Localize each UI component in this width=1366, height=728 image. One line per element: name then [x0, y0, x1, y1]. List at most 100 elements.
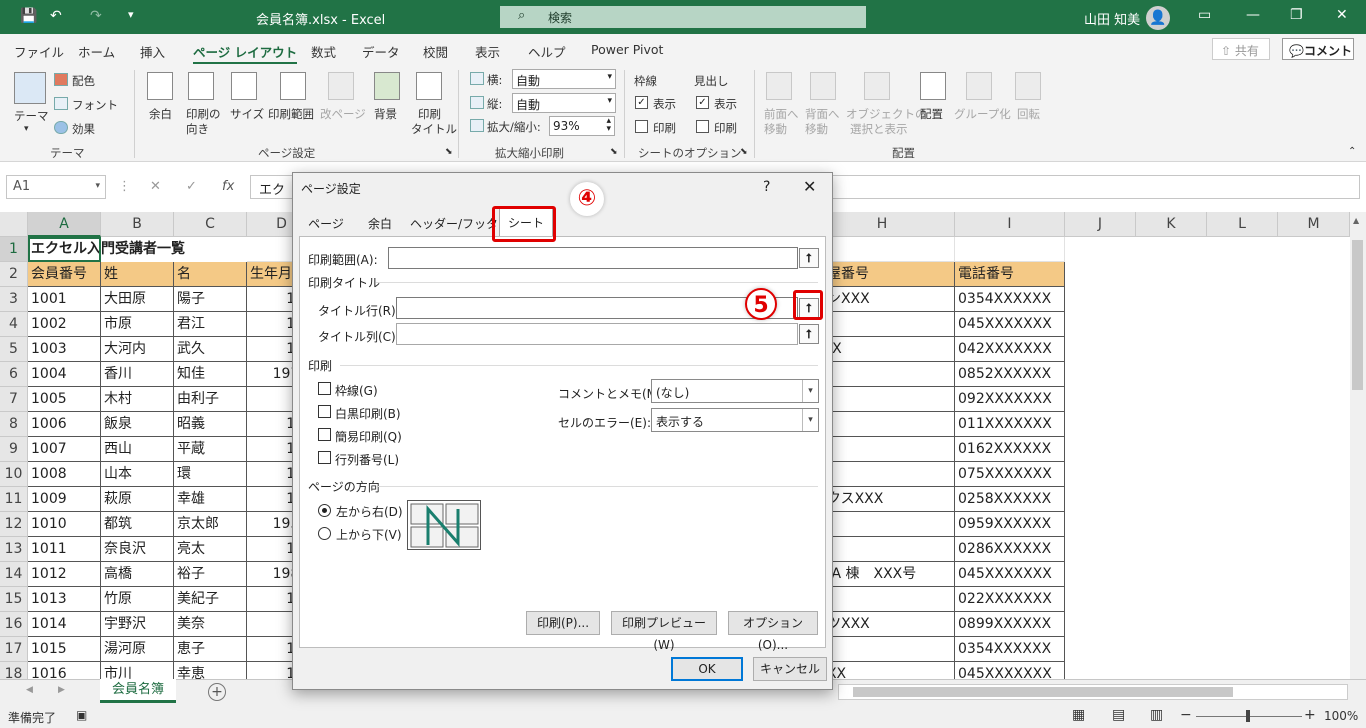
table-cell[interactable]: 045XXXXXXX [955, 312, 1065, 337]
table-cell[interactable]: 陽子 [174, 287, 247, 312]
tab-page-layout[interactable]: ページ レイアウト [193, 42, 298, 65]
headings-view-checkbox[interactable]: ✓ [696, 96, 709, 109]
table-cell[interactable]: 1016 [28, 662, 101, 679]
zoom-in-icon[interactable]: + [1304, 707, 1316, 723]
themes-icon[interactable] [14, 72, 46, 104]
sheet-title-cell[interactable]: エクセル入門受講者一覧 [28, 237, 247, 262]
row-header[interactable]: 11 [0, 487, 28, 512]
row-header[interactable]: 14 [0, 562, 28, 587]
over-then-down-radio[interactable] [318, 504, 331, 517]
table-cell[interactable]: 平蔵 [174, 437, 247, 462]
tab-help[interactable]: ヘルプ [528, 42, 566, 61]
row-col-headings-checkbox[interactable] [318, 451, 331, 464]
orientation-label-1[interactable]: 印刷の [186, 106, 221, 122]
prev-sheet-icon[interactable]: ◀ [26, 685, 33, 695]
print-area-button[interactable]: 印刷範囲 [268, 106, 314, 122]
table-cell[interactable]: 山本 [101, 462, 174, 487]
column-header-j[interactable]: J [1065, 212, 1136, 237]
row-header[interactable]: 4 [0, 312, 28, 337]
align-icon[interactable] [920, 72, 946, 100]
enter-icon[interactable]: ✓ [186, 179, 197, 194]
search-box[interactable]: ⌕ 検索 [500, 6, 866, 28]
draft-quality-checkbox[interactable] [318, 428, 331, 441]
print-titles-icon[interactable] [416, 72, 442, 100]
zoom-level[interactable]: 100% [1324, 709, 1358, 723]
row-header[interactable]: 15 [0, 587, 28, 612]
tab-file[interactable]: ファイル [14, 42, 64, 61]
minimize-icon[interactable]: — [1246, 7, 1260, 23]
table-cell[interactable]: 西山 [101, 437, 174, 462]
tab-home[interactable]: ホーム [78, 42, 115, 61]
scroll-up-icon[interactable]: ▲ [1353, 216, 1359, 225]
zoom-slider-thumb[interactable] [1246, 710, 1250, 722]
table-cell[interactable]: 幸恵 [174, 662, 247, 679]
colors-icon[interactable] [54, 73, 68, 86]
header-cell[interactable]: 会員番号 [28, 262, 101, 287]
scroll-thumb[interactable] [1352, 240, 1363, 390]
table-cell[interactable]: 022XXXXXXX [955, 587, 1065, 612]
table-cell[interactable]: 042XXXXXXX [955, 337, 1065, 362]
page-layout-view-icon[interactable]: ▤ [1112, 707, 1125, 723]
table-cell[interactable]: 奈良沢 [101, 537, 174, 562]
help-icon[interactable]: ? [763, 179, 770, 195]
page-break-view-icon[interactable]: ▥ [1150, 707, 1163, 723]
add-sheet-icon[interactable]: + [208, 683, 226, 701]
table-cell[interactable]: 恵子 [174, 637, 247, 662]
table-cell[interactable]: 1003 [28, 337, 101, 362]
print-area-icon[interactable] [280, 72, 306, 100]
table-cell[interactable]: 萩原 [101, 487, 174, 512]
tab-view[interactable]: 表示 [475, 42, 500, 61]
table-cell[interactable]: 亮太 [174, 537, 247, 562]
table-cell[interactable]: 宇野沢 [101, 612, 174, 637]
cancel-icon[interactable]: ✕ [150, 179, 161, 194]
table-cell[interactable]: 飯泉 [101, 412, 174, 437]
row-header[interactable]: 1 [0, 237, 28, 262]
table-cell[interactable]: 木村 [101, 387, 174, 412]
table-cell[interactable]: 幸雄 [174, 487, 247, 512]
row-header[interactable]: 3 [0, 287, 28, 312]
print-area-collapse-button[interactable]: ⭡ [799, 248, 819, 268]
table-cell[interactable]: 由利子 [174, 387, 247, 412]
column-header-i[interactable]: I [955, 212, 1065, 237]
table-cell[interactable]: 1012 [28, 562, 101, 587]
table-cell[interactable]: 美奈 [174, 612, 247, 637]
tab-insert[interactable]: 挿入 [140, 42, 165, 61]
title-cols-input[interactable] [396, 323, 798, 345]
table-cell[interactable]: 市川 [101, 662, 174, 679]
tab-formulas[interactable]: 数式 [311, 42, 336, 61]
effects-button[interactable]: 効果 [72, 121, 95, 137]
table-cell[interactable]: 君江 [174, 312, 247, 337]
width-select[interactable]: 自動 ▾ [512, 69, 616, 89]
tab-power-pivot[interactable]: Power Pivot [591, 42, 663, 57]
options-button[interactable]: オプション(O)... [728, 611, 818, 652]
row-header[interactable]: 13 [0, 537, 28, 562]
header-cell[interactable]: 姓 [101, 262, 174, 287]
background-button[interactable]: 背景 [374, 106, 397, 122]
title-rows-input[interactable] [396, 297, 798, 319]
row-header[interactable]: 10 [0, 462, 28, 487]
table-cell[interactable]: 1004 [28, 362, 101, 387]
row-header[interactable]: 16 [0, 612, 28, 637]
zoom-out-icon[interactable]: − [1180, 707, 1192, 723]
effects-icon[interactable] [54, 121, 68, 134]
table-cell[interactable]: 0959XXXXXX [955, 512, 1065, 537]
row-header[interactable]: 7 [0, 387, 28, 412]
margins-icon[interactable] [147, 72, 173, 100]
sheet-tab-members[interactable]: 会員名簿 [100, 679, 176, 703]
print-area-input[interactable] [388, 247, 798, 269]
normal-view-icon[interactable]: ▦ [1072, 707, 1085, 723]
close-window-icon[interactable]: ✕ [1336, 7, 1348, 23]
table-cell[interactable]: 市原 [101, 312, 174, 337]
table-cell[interactable]: 045XXXXXXX [955, 562, 1065, 587]
down-then-over-radio[interactable] [318, 527, 331, 540]
table-cell[interactable]: 裕子 [174, 562, 247, 587]
scale-stepper[interactable]: 93% ▴ ▾ [549, 116, 615, 136]
table-cell[interactable]: 045XXXXXXX [955, 662, 1065, 679]
height-select[interactable]: 自動 ▾ [512, 93, 616, 113]
table-cell[interactable]: 1009 [28, 487, 101, 512]
table-cell[interactable]: 0852XXXXXX [955, 362, 1065, 387]
margins-button[interactable]: 余白 [149, 106, 172, 122]
collapse-ribbon-icon[interactable]: ⌃ [1348, 146, 1356, 157]
table-cell[interactable]: 大河内 [101, 337, 174, 362]
fonts-icon[interactable] [54, 97, 68, 110]
